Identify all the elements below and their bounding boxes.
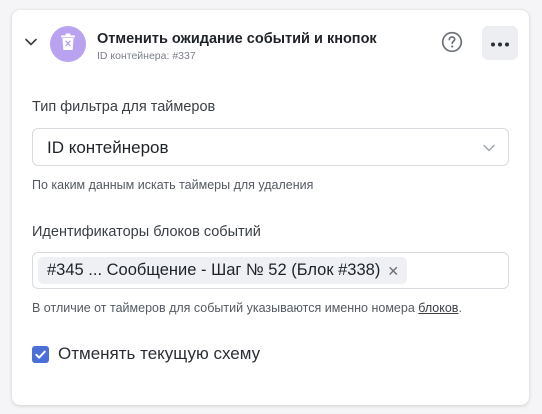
filter-type-select[interactable]: ID контейнеров	[32, 128, 509, 166]
cancel-current-scheme-checkbox[interactable]	[32, 345, 49, 363]
filter-type-value: ID контейнеров	[47, 138, 169, 157]
remove-tag-icon[interactable]: ✕	[387, 264, 399, 278]
cancel-current-scheme-option[interactable]: Отменять текущую схему	[32, 344, 260, 364]
block-avatar	[50, 26, 86, 62]
filter-type-label: Тип фильтра для таймеров	[32, 99, 216, 115]
event-block-ids-label: Идентификаторы блоков событий	[32, 224, 261, 240]
hint-text: В отличие от таймеров для событий указыв…	[32, 301, 419, 315]
card-header: Отменить ожидание событий и кнопок ID ко…	[12, 10, 529, 76]
chevron-down-icon	[482, 141, 496, 155]
blocks-link[interactable]: блоков	[418, 301, 458, 315]
event-block-ids-hint: В отличие от таймеров для событий указыв…	[32, 301, 462, 315]
help-icon[interactable]	[441, 31, 463, 53]
hint-period: .	[458, 301, 462, 315]
more-dots-icon	[490, 34, 510, 52]
block-subtitle: ID контейнера: #337	[97, 50, 196, 62]
filter-type-hint: По каким данным искать таймеры для удале…	[32, 178, 314, 192]
event-block-ids-input[interactable]: #345 ... Сообщение - Шаг № 52 (Блок #338…	[32, 252, 509, 289]
event-block-tag: #345 ... Сообщение - Шаг № 52 (Блок #338…	[38, 257, 408, 284]
more-options-button[interactable]	[482, 26, 518, 60]
trash-icon	[60, 33, 76, 56]
action-card: Отменить ожидание событий и кнопок ID ко…	[12, 10, 529, 405]
block-title: Отменить ожидание событий и кнопок	[97, 31, 377, 47]
cancel-current-scheme-label: Отменять текущую схему	[58, 344, 261, 363]
collapse-chevron-icon[interactable]	[24, 35, 38, 49]
tag-label: #345 ... Сообщение - Шаг № 52 (Блок #338…	[47, 261, 381, 279]
